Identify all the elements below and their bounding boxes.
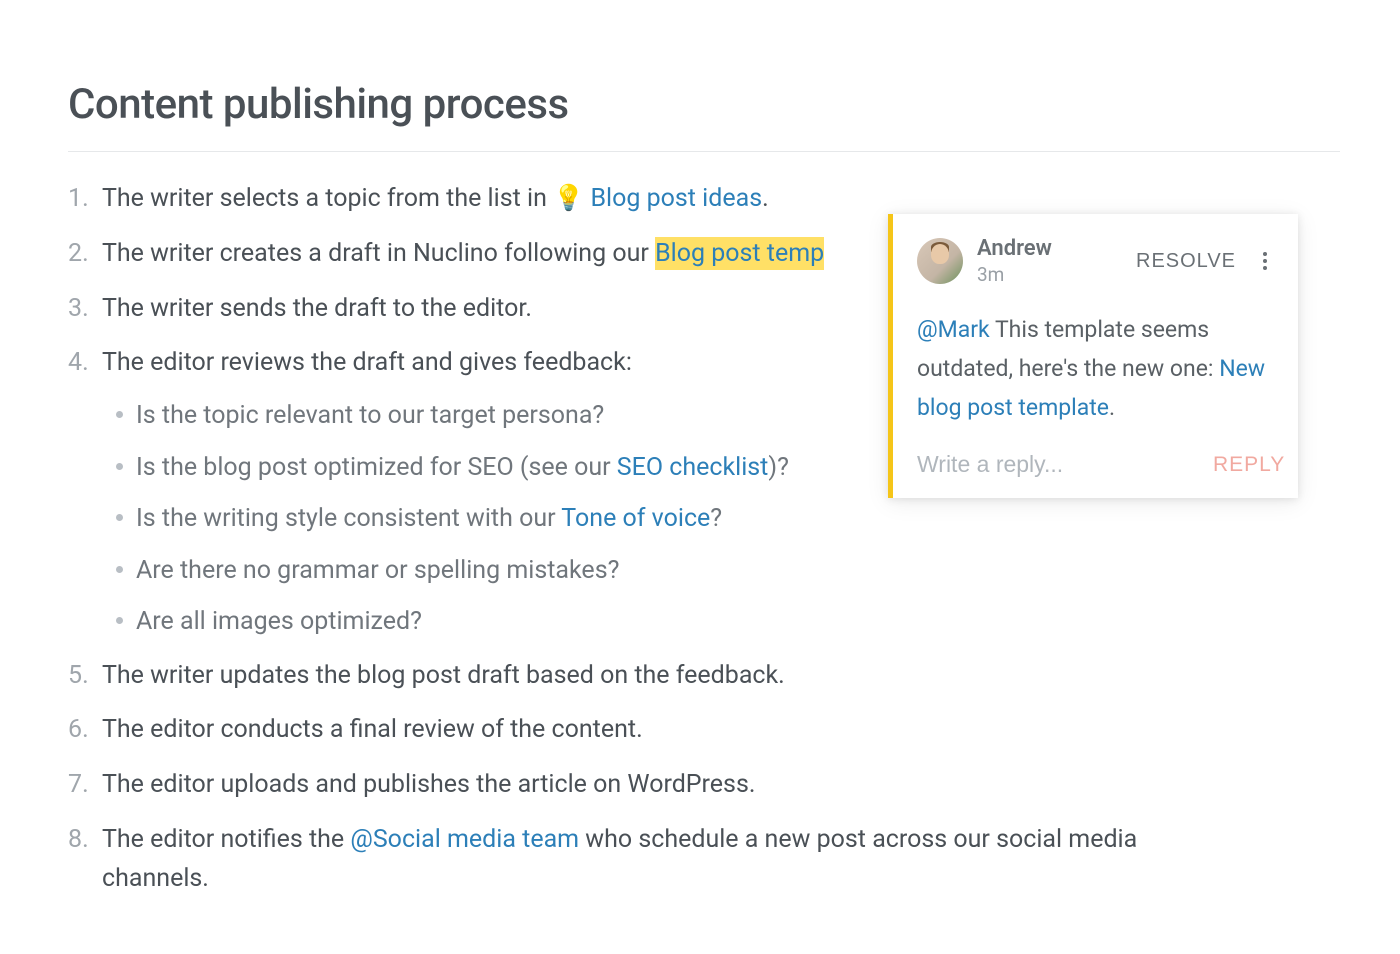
step-4-bullet-5[interactable]: Are all images optimized?: [102, 603, 1340, 641]
comment-author: Andrew: [977, 236, 1052, 261]
step-6[interactable]: The editor conducts a final review of th…: [68, 711, 1340, 750]
reply-input[interactable]: [917, 451, 1213, 478]
comment-actions: RESOLVE: [1136, 249, 1274, 273]
b2-pre: Is the blog post optimized for SEO (see …: [136, 453, 617, 482]
step-1-text-pre: The writer selects a topic from the list…: [102, 184, 553, 213]
step-4-bullet-4[interactable]: Are there no grammar or spelling mistake…: [102, 552, 1340, 590]
comment-timestamp: 3m: [977, 263, 1052, 286]
more-options-icon[interactable]: [1256, 249, 1274, 273]
step-8[interactable]: The editor notifies the @Social media te…: [68, 821, 1340, 899]
step-2-text-pre: The writer creates a draft in Nuclino fo…: [102, 239, 655, 268]
reply-button[interactable]: REPLY: [1213, 453, 1285, 477]
comment-user: Andrew 3m: [917, 236, 1052, 286]
comment-body: @Mark This template seems outdated, here…: [917, 310, 1274, 427]
link-tone-of-voice[interactable]: Tone of voice: [561, 504, 710, 533]
avatar[interactable]: [917, 238, 963, 284]
step-4-intro: The editor reviews the draft and gives f…: [102, 348, 632, 377]
step-1[interactable]: The writer selects a topic from the list…: [68, 180, 1340, 219]
mention-mark[interactable]: @Mark: [917, 316, 990, 343]
link-seo-checklist[interactable]: SEO checklist: [617, 453, 769, 482]
comment-card: Andrew 3m RESOLVE @Mark This template se…: [888, 214, 1298, 498]
b3-pre: Is the writing style consistent with our: [136, 504, 561, 533]
step-1-text-post: .: [762, 184, 769, 213]
comment-text-b: .: [1109, 394, 1115, 421]
page-title: Content publishing process: [68, 80, 1340, 152]
resolve-button[interactable]: RESOLVE: [1136, 250, 1236, 273]
link-blog-post-template-highlighted[interactable]: Blog post temp: [655, 237, 824, 270]
document-page: Content publishing process The writer se…: [0, 0, 1400, 954]
step-8-pre: The editor notifies the: [102, 825, 350, 854]
step-7[interactable]: The editor uploads and publishes the art…: [68, 766, 1340, 805]
link-blog-post-ideas[interactable]: Blog post ideas: [590, 184, 762, 213]
b2-post: )?: [768, 453, 789, 482]
b3-post: ?: [710, 504, 722, 533]
comment-meta: Andrew 3m: [977, 236, 1052, 286]
comment-header: Andrew 3m RESOLVE: [917, 236, 1274, 286]
mention-social-media-team[interactable]: @Social media team: [350, 825, 579, 854]
reply-row: REPLY: [917, 451, 1274, 478]
step-4-bullet-3[interactable]: Is the writing style consistent with our…: [102, 500, 1340, 538]
step-5[interactable]: The writer updates the blog post draft b…: [68, 657, 1340, 696]
lightbulb-icon: 💡: [553, 184, 584, 213]
